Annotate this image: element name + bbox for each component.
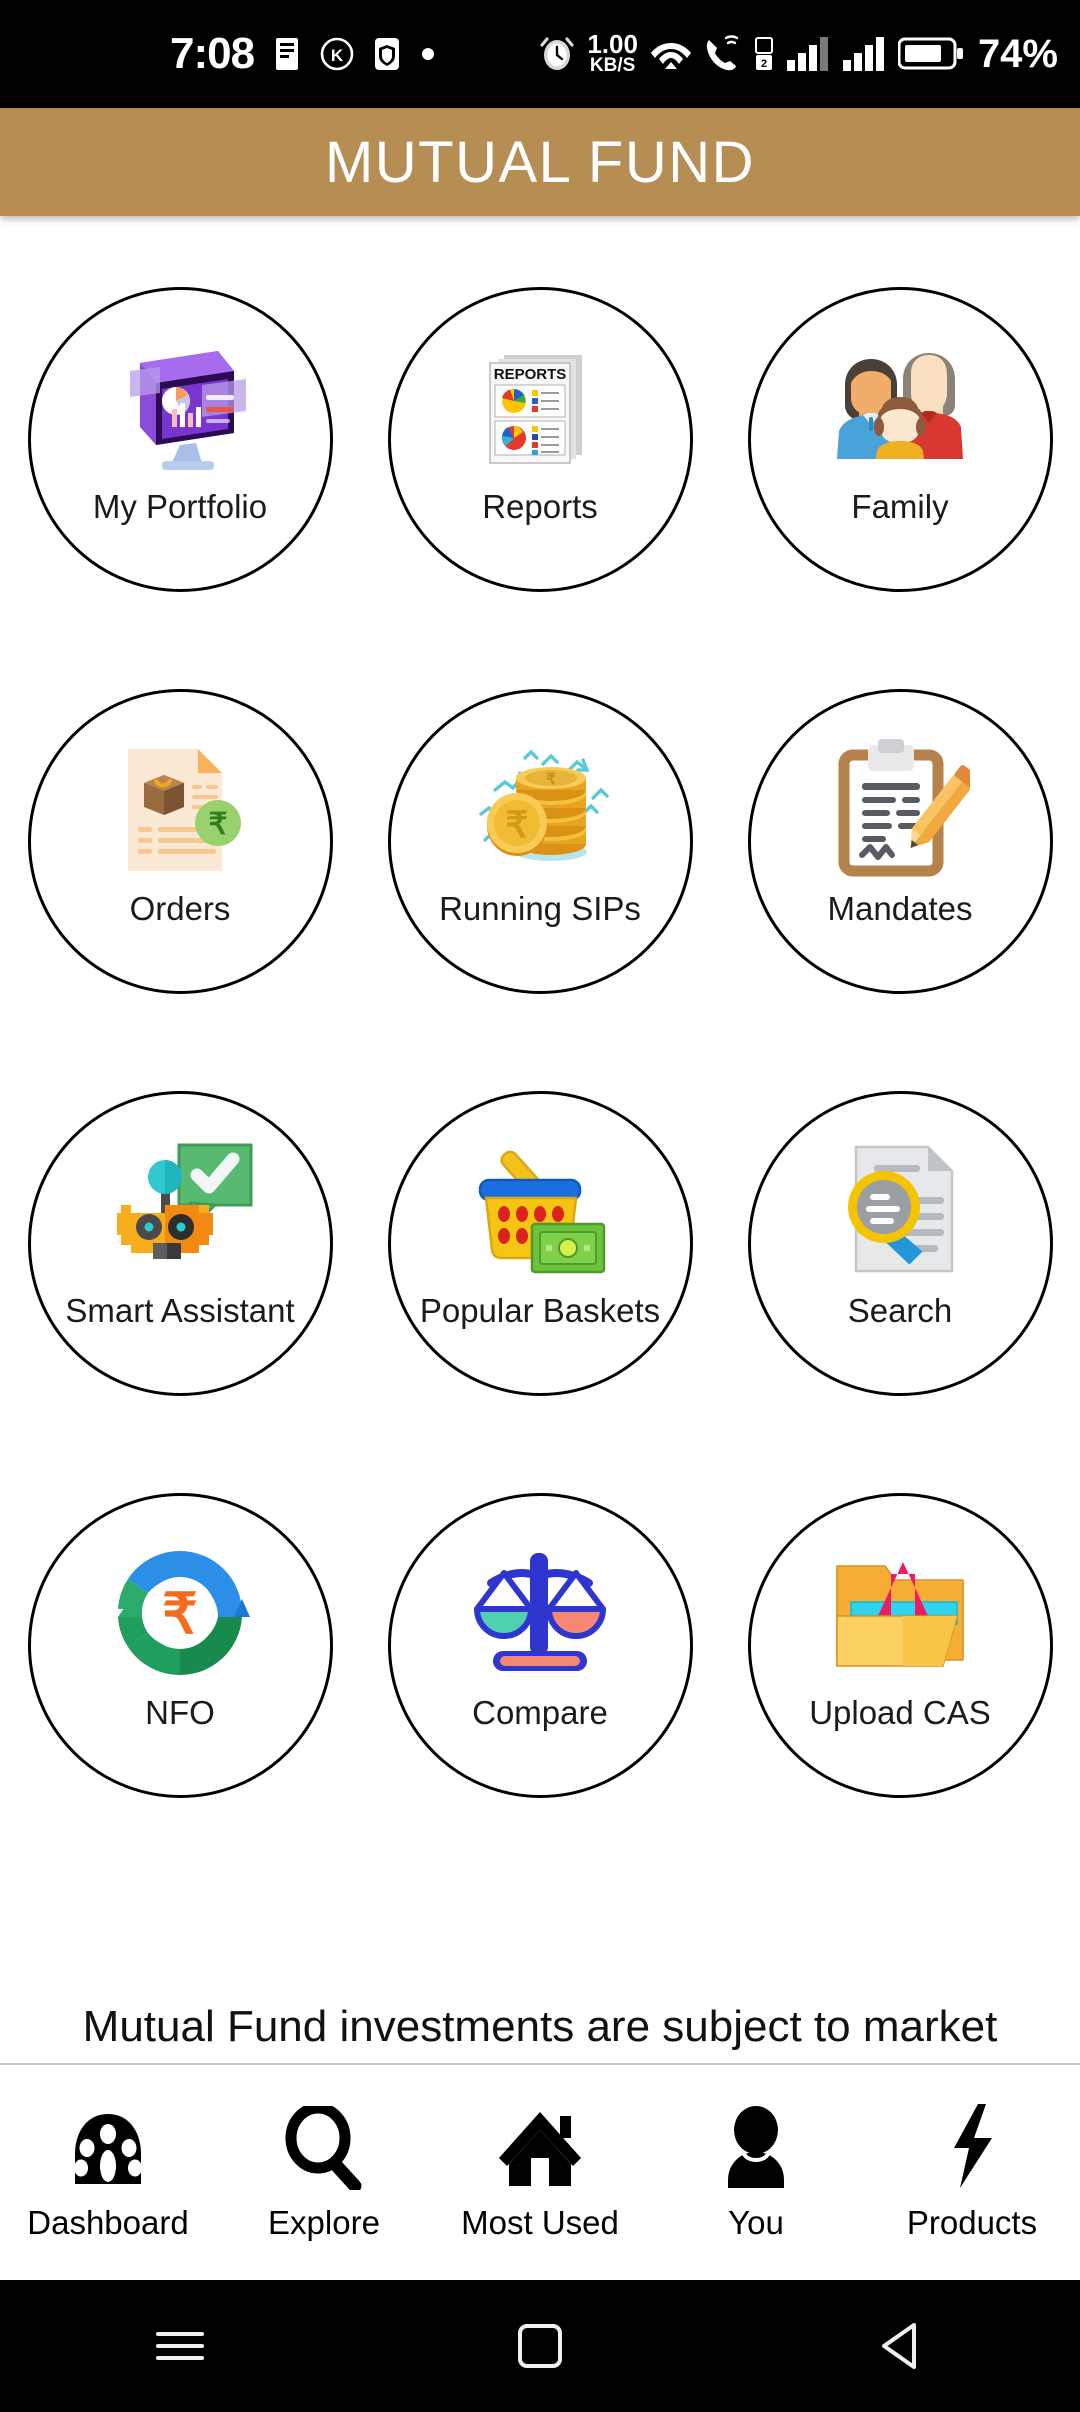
dot-icon (420, 46, 436, 62)
tile-smart-assistant[interactable]: Smart Assistant (27, 1090, 333, 1396)
tile-compare[interactable]: Compare (387, 1492, 693, 1798)
svg-text:K: K (331, 46, 344, 65)
nav-item-you[interactable]: You (658, 2104, 854, 2242)
report-documents-icon: REPORTS (460, 332, 620, 482)
svg-text:₹: ₹ (208, 808, 227, 841)
grid-cell: REPORTS Reports (360, 238, 720, 640)
grid-cell: Family (720, 238, 1080, 640)
tile-search[interactable]: Search (747, 1090, 1053, 1396)
grid-cell: Popular Baskets (360, 1042, 720, 1444)
basket-money-icon (460, 1136, 620, 1286)
grid-cell: Search (720, 1042, 1080, 1444)
alarm-icon (539, 34, 575, 74)
grid-cell: ₹ Orders (0, 640, 360, 1042)
k-badge-icon: K (320, 37, 354, 71)
svg-text:₹: ₹ (546, 771, 556, 788)
home-square-icon[interactable] (480, 2280, 600, 2412)
nav-item-dashboard[interactable]: Dashboard (10, 2104, 206, 2242)
tile-my-portfolio[interactable]: My Portfolio (27, 286, 333, 592)
wifi-icon (650, 34, 692, 74)
tile-label: Popular Baskets (419, 1291, 661, 1329)
nav-label: Dashboard (27, 2203, 189, 2241)
robot-check-icon (100, 1136, 260, 1286)
nav-label: Most Used (461, 2203, 619, 2241)
network-speed-unit: KB/S (589, 55, 636, 77)
network-speed-value: 1.00 (587, 29, 638, 60)
app-header: MUTUAL FUND (0, 108, 1080, 216)
sim2-signal-icon (842, 36, 886, 72)
svg-text:REPORTS: REPORTS (494, 366, 567, 383)
nav-item-most-used[interactable]: Most Used (442, 2104, 638, 2242)
status-bar-left: 7:08 K (170, 29, 436, 79)
tile-label: Upload CAS (809, 1693, 991, 1731)
page-title: MUTUAL FUND (324, 129, 755, 195)
person-icon (722, 2104, 790, 2190)
tile-label: Running SIPs (439, 889, 641, 927)
grid-cell: My Portfolio (0, 238, 360, 640)
tile-running-sips[interactable]: ₹ ₹ Running SIPs (387, 688, 693, 994)
nav-label: You (728, 2203, 784, 2241)
feature-grid: My Portfolio REPORTS Reports Family ₹ Or… (0, 238, 1080, 1846)
grid-cell: Compare (360, 1444, 720, 1846)
sim-slot-icon: 2 (754, 34, 774, 74)
tile-label: Orders (129, 889, 231, 927)
lightning-bolt-icon (942, 2103, 1002, 2190)
monitor-dashboard-icon (100, 332, 260, 482)
grid-cell: Upload CAS (720, 1444, 1080, 1846)
system-navigation-bar (0, 2280, 1080, 2412)
tile-label: Compare (472, 1693, 608, 1731)
speedometer-icon (67, 2104, 149, 2190)
battery-icon (897, 35, 964, 73)
menu-recents-icon[interactable] (120, 2280, 240, 2412)
bottom-navigation-bar: Dashboard Explore Most Used You Products (0, 2063, 1080, 2280)
nav-item-explore[interactable]: Explore (226, 2104, 422, 2242)
tile-label: Smart Assistant (65, 1291, 295, 1329)
grid-cell: ₹ ₹ Running SIPs (360, 640, 720, 1042)
tile-label: NFO (145, 1693, 215, 1731)
svg-text:₹: ₹ (162, 1582, 198, 1645)
order-document-rupee-icon: ₹ (100, 734, 260, 884)
grid-cell: Mandates (720, 640, 1080, 1042)
family-icon (820, 332, 980, 482)
nav-label: Products (906, 2203, 1038, 2241)
status-bar-right: 1.00 KB/S 2 74% (539, 0, 1058, 108)
circular-arrows-rupee-icon: ₹ (100, 1538, 260, 1688)
tile-label: Mandates (827, 889, 973, 927)
home-icon (497, 2104, 583, 2190)
nav-item-products[interactable]: Products (874, 2103, 1070, 2242)
tile-label: Reports (482, 487, 598, 525)
folder-upload-icon (820, 1538, 980, 1688)
message-icon (272, 37, 302, 71)
disclaimer-text: Mutual Fund investments are subject to m… (82, 2002, 998, 2051)
tile-popular-baskets[interactable]: Popular Baskets (387, 1090, 693, 1396)
call-wifi-icon (704, 34, 742, 74)
balance-scale-icon (460, 1538, 620, 1688)
clipboard-pencil-icon (820, 734, 980, 884)
network-speed-indicator: 1.00 KB/S (587, 29, 638, 77)
grid-cell: ₹ NFO (0, 1444, 360, 1846)
tile-label: My Portfolio (92, 487, 268, 525)
document-magnifier-icon (820, 1136, 980, 1286)
shield-icon (372, 36, 402, 72)
tile-nfo[interactable]: ₹ NFO (27, 1492, 333, 1798)
tile-reports[interactable]: REPORTS Reports (387, 286, 693, 592)
tile-orders[interactable]: ₹ Orders (27, 688, 333, 994)
nav-label: Explore (268, 2203, 380, 2241)
battery-percent-label: 74% (977, 31, 1058, 76)
svg-text:₹: ₹ (506, 804, 529, 845)
search-icon (283, 2104, 365, 2190)
tile-family[interactable]: Family (747, 286, 1053, 592)
back-triangle-icon[interactable] (840, 2280, 960, 2412)
main-content: My Portfolio REPORTS Reports Family ₹ Or… (0, 216, 1080, 2058)
tile-upload-cas[interactable]: Upload CAS (747, 1492, 1053, 1798)
status-bar: 7:08 K 1.00 KB/S 2 74% (0, 0, 1080, 108)
grid-cell: Smart Assistant (0, 1042, 360, 1444)
tile-mandates[interactable]: Mandates (747, 688, 1053, 994)
sim1-signal-icon (786, 36, 830, 72)
svg-text:2: 2 (761, 58, 767, 70)
coin-stack-rupee-icon: ₹ ₹ (460, 734, 620, 884)
tile-label: Search (847, 1291, 953, 1329)
tile-label: Family (851, 487, 949, 525)
status-bar-clock: 7:08 (170, 29, 255, 78)
